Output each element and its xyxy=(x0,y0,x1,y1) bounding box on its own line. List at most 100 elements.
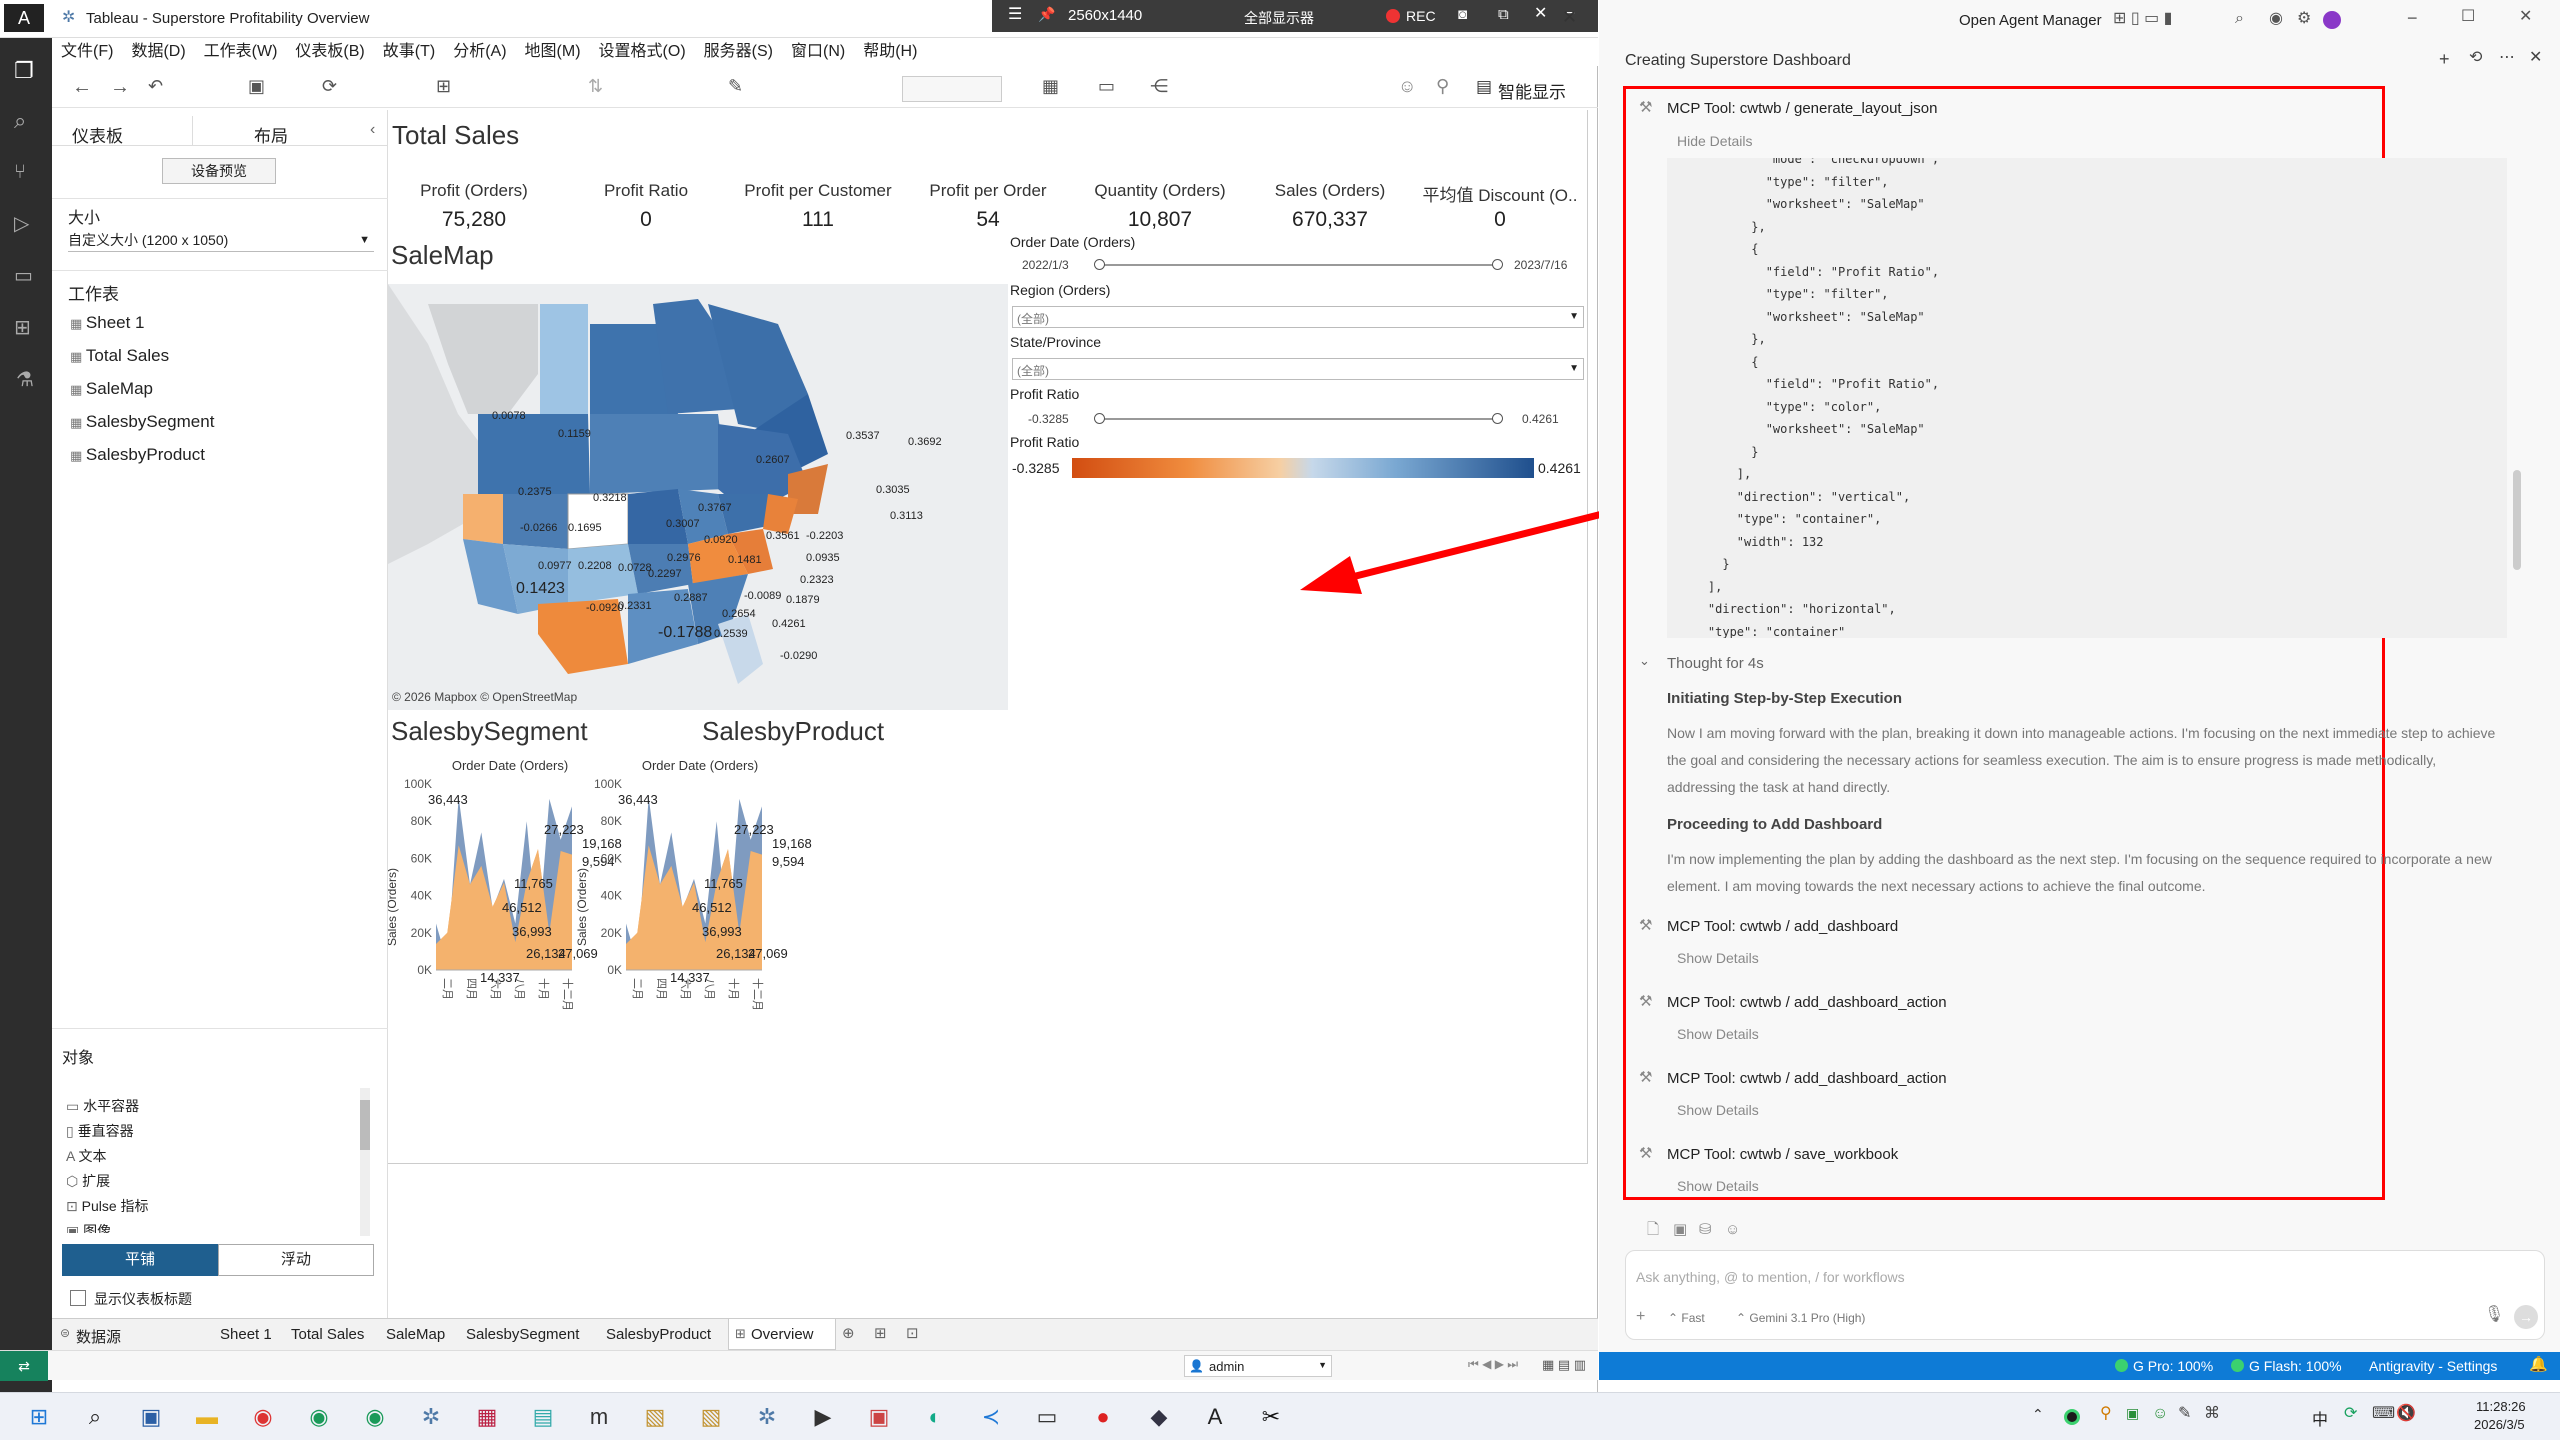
clock-time[interactable]: 11:28:26 xyxy=(2476,1399,2526,1414)
chart-icon[interactable]: ▦ xyxy=(1042,77,1059,95)
media-icon[interactable]: ▶ xyxy=(808,1403,838,1431)
sheet-item[interactable]: ▦ SaleMap xyxy=(70,372,370,405)
menu-analysis[interactable]: 分析(A) xyxy=(444,38,515,66)
explorer-icon[interactable]: ❐ xyxy=(14,60,34,82)
area-charts[interactable]: Order Date (Orders) Sales (Orders) 0K 20K 40… xyxy=(388,752,1008,1162)
thought-label[interactable]: Thought for 4s xyxy=(1667,655,1764,672)
share-icon[interactable]: ⋲ xyxy=(1150,77,1168,95)
object-scrollbar[interactable] xyxy=(360,1088,370,1236)
crop-icon[interactable]: ⧉ xyxy=(1498,7,1509,22)
typora-icon[interactable]: m xyxy=(584,1403,614,1431)
highlight-icon[interactable]: ✎ xyxy=(728,77,743,95)
model-select[interactable]: ⌃ Gemini 3.1 Pro (High) xyxy=(1736,1311,1865,1325)
tab-dashboard[interactable]: 仪表板 xyxy=(72,122,123,147)
source-control-icon[interactable]: ⑂ xyxy=(14,162,26,182)
object-item[interactable]: ⬡ 扩展 xyxy=(66,1169,366,1194)
tab-overview-active[interactable]: ⊞ Overview xyxy=(728,1319,836,1350)
microphone-icon[interactable]: 🎙 xyxy=(2484,1307,2504,1323)
show-details-button[interactable]: Show Details xyxy=(1677,1178,1759,1194)
nav-first-icon[interactable]: ⏮ ◀ ▶ ⏭ xyxy=(1468,1358,1518,1370)
user-select[interactable]: 👤 admin ▼ xyxy=(1184,1355,1332,1377)
new-story-icon[interactable]: ⊡ xyxy=(906,1326,919,1341)
device-preview-button[interactable]: 设备预览 xyxy=(162,158,276,184)
new-dashboard-icon[interactable]: ⊞ xyxy=(874,1326,887,1341)
package-2-icon[interactable]: ▧ xyxy=(696,1403,726,1431)
search-icon[interactable]: ⌕ xyxy=(80,1403,110,1431)
menu-file[interactable]: 文件(F) xyxy=(52,38,122,66)
forward-icon[interactable]: → xyxy=(110,77,130,97)
search-agent-icon[interactable]: ⌕ xyxy=(2235,11,2244,27)
show-title-checkbox[interactable] xyxy=(70,1290,86,1306)
close-panel-icon[interactable]: ✕ xyxy=(2529,50,2542,66)
floating-button[interactable]: 浮动 xyxy=(218,1244,374,1276)
tray-wechat-icon[interactable]: ☺ xyxy=(2152,1406,2168,1422)
sheet-item[interactable]: ▦ Total Sales xyxy=(70,339,370,372)
menu-icon[interactable]: ☰ xyxy=(1008,7,1022,23)
object-item[interactable]: ▭ 水平容器 xyxy=(66,1094,366,1119)
record-icon[interactable]: ● xyxy=(1088,1403,1118,1431)
tab-layout[interactable]: 布局 xyxy=(254,122,288,147)
region-dropdown[interactable]: (全部) ▼ xyxy=(1012,306,1584,328)
hide-details-button[interactable]: Hide Details xyxy=(1677,133,1752,149)
tab-total-sales[interactable]: Total Sales xyxy=(291,1326,364,1343)
tray-45-icon[interactable]: ▣ xyxy=(2126,1406,2139,1420)
refresh-icon[interactable]: ⟳ xyxy=(322,77,337,95)
object-item[interactable]: A 文本 xyxy=(66,1144,366,1169)
minimize-icon[interactable]: − xyxy=(2407,9,2418,27)
ratio-slider-handle-max[interactable] xyxy=(1492,413,1503,424)
file-explorer-icon[interactable]: ▬ xyxy=(192,1403,222,1431)
clock-date[interactable]: 2026/3/5 xyxy=(2474,1417,2525,1432)
capcut-icon[interactable]: ✂ xyxy=(1256,1403,1286,1431)
close-icon[interactable]: ✕ xyxy=(2519,9,2532,25)
salemap-map[interactable]: 0.0078 0.1159 0.2607 0.3537 0.3692 0.2375 0.32… xyxy=(388,284,1008,710)
chat-input-box[interactable]: Ask anything, @ to mention, / for workfl… xyxy=(1625,1250,2545,1340)
layout-icon[interactable]: ⊞ ▯ ▭ ▮ xyxy=(2113,11,2172,27)
tab-salemap[interactable]: SaleMap xyxy=(386,1326,445,1343)
edge-icon[interactable]: ◐ xyxy=(920,1403,950,1431)
chrome-3-icon[interactable]: ◉ xyxy=(360,1403,390,1431)
menu-map[interactable]: 地图(M) xyxy=(516,38,590,66)
sort-icon[interactable]: ⇅ xyxy=(588,77,603,95)
chrome-2-icon[interactable]: ◉ xyxy=(304,1403,334,1431)
history-icon[interactable]: ⟲ xyxy=(2469,50,2482,66)
gpro-status[interactable]: G Pro: 100% xyxy=(2133,1358,2213,1374)
collapse-icon[interactable]: ‹ xyxy=(370,122,375,138)
tab-sheet1[interactable]: Sheet 1 xyxy=(220,1326,272,1343)
send-icon[interactable]: → xyxy=(2514,1305,2538,1329)
ratio-slider-handle-min[interactable] xyxy=(1094,413,1105,424)
object-item[interactable]: ▣ 图像 xyxy=(66,1219,366,1233)
more-icon[interactable]: ⋯ xyxy=(2499,50,2515,66)
menu-worksheet[interactable]: 工作表(W) xyxy=(195,38,287,66)
datagrip-icon[interactable]: ▦ xyxy=(472,1403,502,1431)
mode-select[interactable]: ⌃ Fast xyxy=(1668,1311,1705,1325)
tray-bluetooth-icon[interactable]: ⌘ xyxy=(2204,1406,2220,1422)
menu-dashboard[interactable]: 仪表板(B) xyxy=(286,38,373,66)
date-slider-handle-min[interactable] xyxy=(1094,259,1105,270)
undo-icon[interactable]: ↶ xyxy=(148,77,163,95)
remote-status-icon[interactable]: ⇄ xyxy=(0,1351,48,1381)
scrollbar-thumb[interactable] xyxy=(2513,470,2521,570)
plus-icon[interactable]: + xyxy=(1636,1309,1645,1325)
presentation-icon[interactable]: ▭ xyxy=(1098,77,1115,95)
back-icon[interactable]: ← xyxy=(72,77,92,97)
pin-toolbar-icon[interactable]: ⚲ xyxy=(1436,77,1449,95)
window-close-icon[interactable]: ✕ xyxy=(1562,8,1577,26)
flask-icon[interactable]: ⚗ xyxy=(16,370,34,390)
chevron-down-icon[interactable]: ⌄ xyxy=(1639,654,1650,667)
image-icon[interactable]: ▣ xyxy=(1673,1222,1687,1237)
menu-format[interactable]: 设置格式(O) xyxy=(590,38,695,66)
chat-input[interactable]: Ask anything, @ to mention, / for workfl… xyxy=(1636,1269,1905,1285)
size-select[interactable]: 自定义大小 (1200 x 1050) ▼ xyxy=(68,228,374,252)
scrollbar-thumb[interactable] xyxy=(360,1100,370,1150)
sheet-item[interactable]: ▦ SalesbyProduct xyxy=(70,438,370,471)
menu-data[interactable]: 数据(D) xyxy=(122,38,194,66)
package-icon[interactable]: ▧ xyxy=(640,1403,670,1431)
maximize-icon[interactable]: ☐ xyxy=(2461,9,2475,25)
recorder-close-icon[interactable]: ✕ xyxy=(1534,6,1547,22)
tray-pen-icon[interactable]: ✎ xyxy=(2178,1406,2191,1422)
database-icon[interactable]: ⛁ xyxy=(1699,1222,1712,1237)
tiled-button[interactable]: 平铺 xyxy=(62,1244,218,1276)
new-sheet-icon[interactable]: ⊞ xyxy=(436,77,451,95)
camera-icon[interactable]: ◙ xyxy=(1458,7,1467,22)
show-details-button[interactable]: Show Details xyxy=(1677,950,1759,966)
